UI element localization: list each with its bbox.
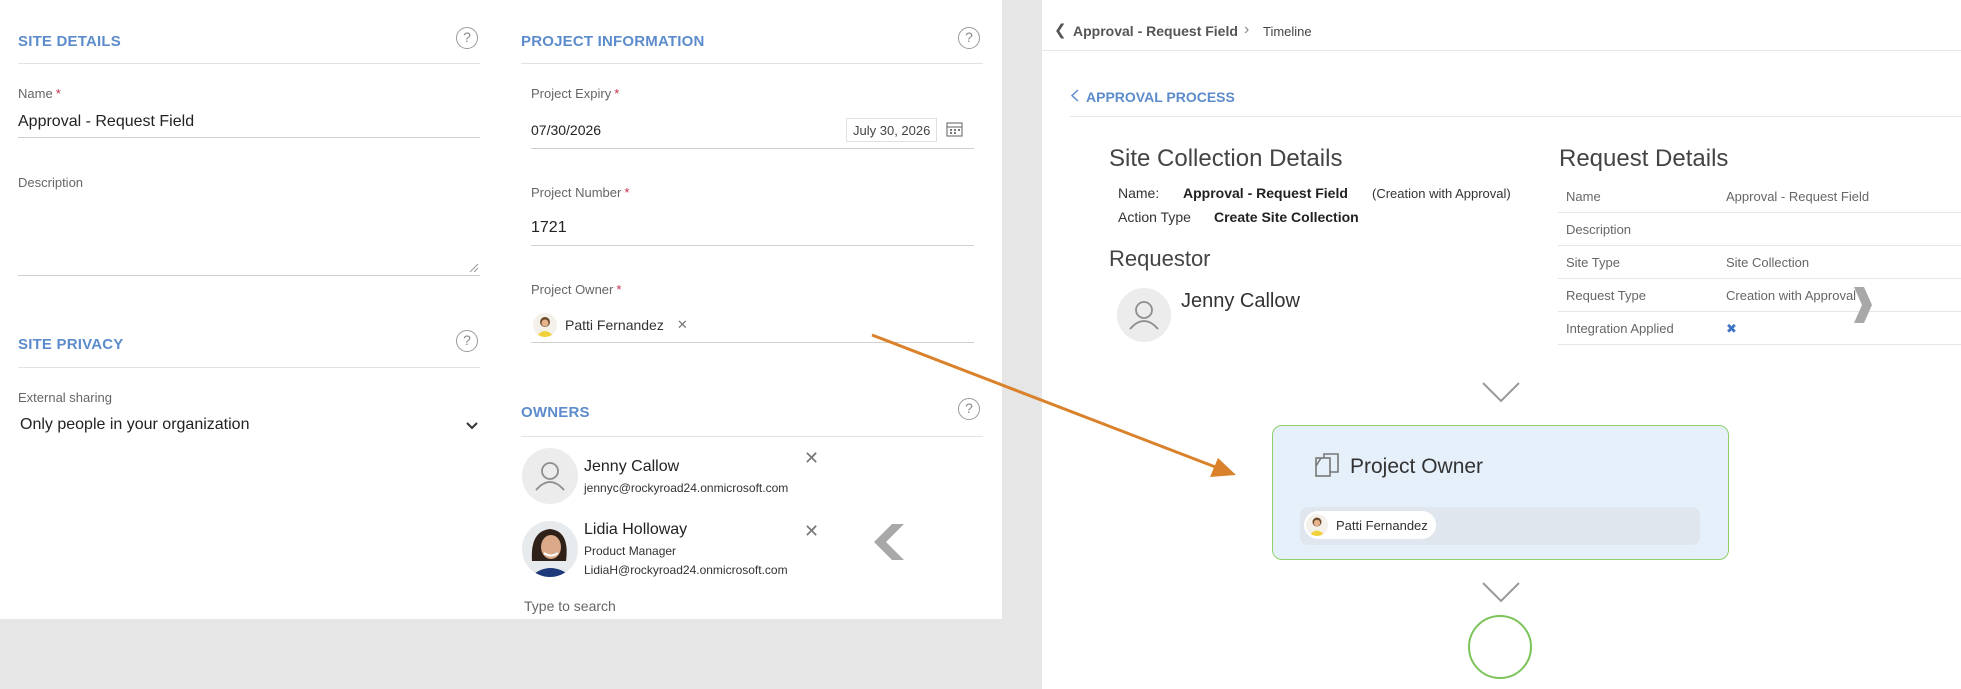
annotation-arrow [871, 333, 1236, 477]
